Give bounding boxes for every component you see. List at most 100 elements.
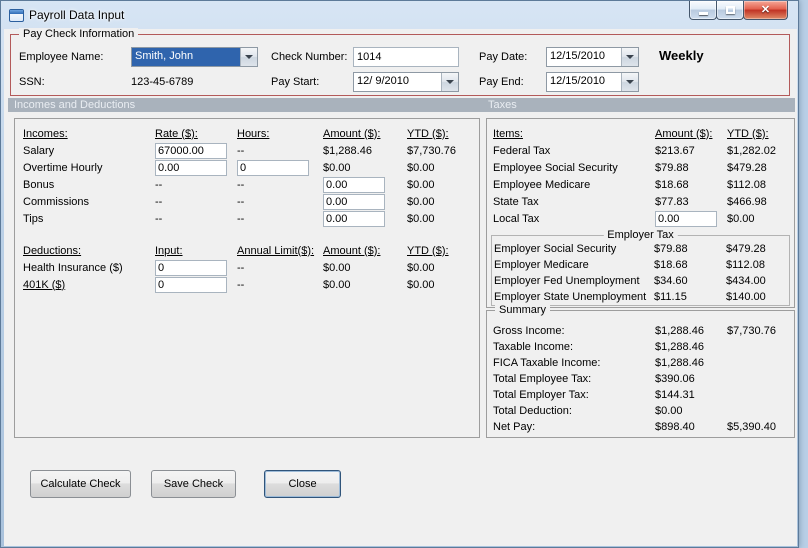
ytd-col-header: YTD ($):: [407, 127, 449, 140]
close-window-control[interactable]: ✕: [743, 1, 788, 20]
pay-end-label: Pay End:: [479, 76, 524, 88]
summary-label: Total Employee Tax:: [493, 373, 592, 385]
summary-group: Summary Gross Income: $1,288.46 $7,730.7…: [486, 304, 795, 438]
minimize-icon: [698, 11, 708, 15]
input-col-header: Input:: [155, 244, 183, 257]
employee-name-dropdown-icon[interactable]: [240, 48, 257, 66]
tax-label: Employer Fed Unemployment: [494, 275, 640, 287]
commissions-amount-input[interactable]: [323, 193, 385, 210]
salary-rate-input[interactable]: [155, 142, 227, 159]
income-ytd: $0.00: [407, 195, 435, 208]
deductions-header-row: Deductions: Input: Annual Limit($): Amou…: [15, 242, 479, 259]
pay-date-label: Pay Date:: [479, 51, 528, 63]
titlebar[interactable]: Payroll Data Input ✕: [1, 1, 798, 29]
income-hours: --: [237, 212, 245, 225]
calculate-check-button[interactable]: Calculate Check: [30, 470, 131, 498]
employer-tax-group-title: Employer Tax: [603, 229, 678, 241]
tax-amount: $11.15: [654, 291, 687, 303]
income-ytd: $0.00: [407, 161, 435, 174]
ssn-value: 123-45-6789: [131, 76, 194, 88]
tax-row-federal: Federal Tax $213.67 $1,282.02: [487, 142, 794, 159]
overtime-rate-input[interactable]: [155, 159, 227, 176]
paycheck-group-title: Pay Check Information: [19, 28, 139, 40]
tax-label: Employee Medicare: [493, 178, 591, 191]
pay-end-picker[interactable]: 12/15/2010: [546, 72, 639, 92]
tax-amount: $18.68: [655, 178, 689, 191]
income-rate: --: [155, 212, 163, 225]
income-rate: --: [155, 195, 163, 208]
taxes-header-row: Items: Amount ($): YTD ($):: [487, 125, 794, 142]
tax-label: Local Tax: [493, 212, 540, 225]
tips-amount-input[interactable]: [323, 210, 385, 227]
check-number-input[interactable]: [353, 47, 459, 67]
close-button[interactable]: Close: [264, 470, 341, 498]
tax-ytd: $434.00: [726, 275, 766, 287]
employee-name-select[interactable]: Smith, John: [131, 47, 258, 67]
summary-row-taxable-income: Taxable Income: $1,288.46: [487, 339, 794, 355]
summary-row-total-employee-tax: Total Employee Tax: $390.06: [487, 371, 794, 387]
income-ytd: $7,730.76: [407, 144, 456, 157]
income-hours: --: [237, 195, 245, 208]
summary-row-net-pay: Net Pay: $898.40 $5,390.40: [487, 419, 794, 435]
deduction-annual-limit: --: [237, 261, 245, 274]
income-amount: $0.00: [323, 161, 351, 174]
close-icon: ✕: [760, 3, 771, 16]
pay-start-dropdown-icon[interactable]: [441, 73, 458, 91]
income-row-bonus: Bonus -- -- $0.00: [15, 176, 479, 193]
pay-date-dropdown-icon[interactable]: [621, 48, 638, 66]
pay-start-label: Pay Start:: [271, 76, 320, 88]
save-check-button[interactable]: Save Check: [151, 470, 236, 498]
tax-row-employee-medicare: Employee Medicare $18.68 $112.08: [487, 176, 794, 193]
income-label: Bonus: [23, 178, 55, 191]
window-title: Payroll Data Input: [29, 8, 125, 22]
chevron-down-icon: [626, 80, 634, 84]
incomes-deductions-panel: Incomes: Rate ($): Hours: Amount ($): YT…: [14, 118, 480, 438]
incomes-col-header: Incomes:: [23, 127, 68, 140]
pay-date-picker[interactable]: 12/15/2010: [546, 47, 639, 67]
tax-label: Employer Social Security: [494, 243, 617, 255]
annual-limit-col-header: Annual Limit($):: [237, 244, 315, 257]
deduction-annual-limit: --: [237, 278, 245, 291]
amount-col-header: Amount ($):: [655, 127, 713, 140]
summary-amount: $0.00: [655, 405, 683, 417]
pay-end-dropdown-icon[interactable]: [621, 73, 638, 91]
bonus-amount-input[interactable]: [323, 176, 385, 193]
tax-label: Employer State Unemployment: [494, 291, 647, 303]
summary-ytd: $5,390.40: [727, 421, 776, 433]
tax-amount: $79.88: [655, 161, 689, 174]
taxes-panel: Items: Amount ($): YTD ($): Federal Tax …: [486, 118, 795, 308]
hours-col-header: Hours:: [237, 127, 270, 140]
income-label: Overtime Hourly: [23, 161, 103, 174]
local-tax-input[interactable]: [655, 210, 717, 227]
ytd-col-header: YTD ($):: [407, 244, 449, 257]
pay-start-picker[interactable]: 12/ 9/2010: [353, 72, 459, 92]
pay-frequency-label: Weekly: [659, 48, 704, 63]
taxes-section-header: Taxes: [488, 99, 517, 111]
401k-input[interactable]: [155, 276, 227, 293]
minimize-button[interactable]: [689, 1, 717, 20]
summary-amount: $390.06: [655, 373, 695, 385]
deduction-amount: $0.00: [323, 261, 351, 274]
income-ytd: $0.00: [407, 178, 435, 191]
tax-amount: $79.88: [654, 243, 688, 255]
maximize-icon: [725, 6, 735, 14]
tax-label: Federal Tax: [493, 144, 551, 157]
amount-col-header: Amount ($):: [323, 127, 381, 140]
maximize-button[interactable]: [716, 1, 744, 20]
summary-row-total-employer-tax: Total Employer Tax: $144.31: [487, 387, 794, 403]
overtime-hours-input[interactable]: [237, 159, 309, 176]
health-insurance-input[interactable]: [155, 259, 227, 276]
tax-amount: $77.83: [655, 195, 689, 208]
summary-row-gross-income: Gross Income: $1,288.46 $7,730.76: [487, 323, 794, 339]
tax-row-state: State Tax $77.83 $466.98: [487, 193, 794, 210]
income-rate: --: [155, 178, 163, 191]
summary-label: Total Deduction:: [493, 405, 572, 417]
income-hours: --: [237, 144, 245, 157]
tax-label: Employer Medicare: [494, 259, 589, 271]
tax-row-local: Local Tax $0.00: [487, 210, 794, 227]
tax-ytd: $466.98: [727, 195, 767, 208]
employee-name-value: Smith, John: [132, 48, 240, 66]
tax-ytd: $112.08: [726, 259, 765, 271]
income-amount: $1,288.46: [323, 144, 372, 157]
tax-row-employer-fed-unemployment: Employer Fed Unemployment $34.60 $434.00: [492, 273, 789, 289]
